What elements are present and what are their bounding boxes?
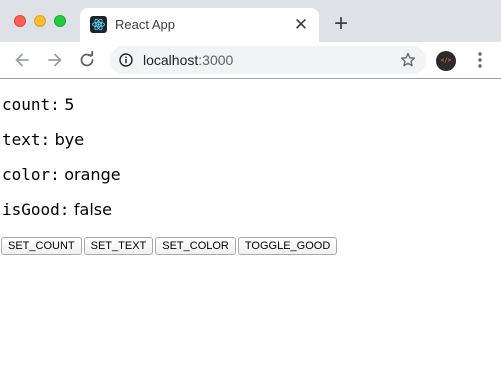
browser-toolbar: localhost:3000 </>	[0, 42, 501, 79]
bookmark-star-icon[interactable]	[400, 52, 416, 68]
url-port: :3000	[198, 52, 234, 68]
code-brackets-icon: </>	[440, 57, 452, 64]
state-key: isGood:	[2, 200, 70, 219]
react-logo-icon	[90, 16, 107, 33]
state-key: text:	[2, 130, 51, 149]
state-count: count: 5	[2, 95, 74, 116]
arrow-left-icon	[15, 53, 29, 67]
state-value: bye	[54, 130, 85, 149]
url-host: localhost	[143, 52, 199, 68]
tab-react-app[interactable]: React App ✕	[80, 8, 319, 42]
kebab-menu-icon[interactable]	[472, 50, 488, 70]
address-bar[interactable]: localhost:3000	[110, 46, 426, 74]
state-value: orange	[64, 165, 121, 184]
state-color: color: orange	[2, 165, 121, 186]
toggle-good-button[interactable]: TOGGLE_GOOD	[237, 237, 338, 255]
state-value: 5	[64, 95, 75, 114]
tab-close-icon[interactable]: ✕	[292, 16, 310, 34]
set-color-button[interactable]: SET_COLOR	[155, 237, 236, 255]
tab-strip: React App ✕ +	[0, 0, 501, 42]
back-button[interactable]	[10, 48, 34, 72]
state-value: false	[73, 200, 112, 219]
action-buttons: SET_COUNT SET_TEXT SET_COLOR TOGGLE_GOOD	[1, 237, 338, 255]
window-maximize-button[interactable]	[54, 15, 66, 27]
browser-window: React App ✕ + localhost:3000 </> count: …	[0, 0, 501, 376]
state-key: count:	[2, 95, 60, 114]
window-minimize-button[interactable]	[34, 15, 46, 27]
state-is-good: isGood: false	[2, 200, 112, 221]
reload-icon	[80, 50, 94, 67]
new-tab-button[interactable]: +	[330, 12, 352, 36]
state-key: color:	[2, 165, 60, 184]
arrow-right-icon	[48, 53, 62, 67]
tab-title: React App	[115, 17, 175, 32]
set-text-button[interactable]: SET_TEXT	[83, 237, 154, 255]
state-text: text: bye	[2, 130, 84, 151]
set-count-button[interactable]: SET_COUNT	[1, 237, 82, 255]
window-close-button[interactable]	[14, 15, 26, 27]
forward-button[interactable]	[43, 48, 67, 72]
info-icon[interactable]	[119, 53, 133, 67]
devtools-extension-icon[interactable]: </>	[436, 51, 456, 71]
url-text[interactable]: localhost:3000	[143, 52, 233, 68]
reload-button[interactable]	[75, 48, 99, 72]
page-content: count: 5 text: bye color: orange isGood:…	[0, 79, 501, 376]
